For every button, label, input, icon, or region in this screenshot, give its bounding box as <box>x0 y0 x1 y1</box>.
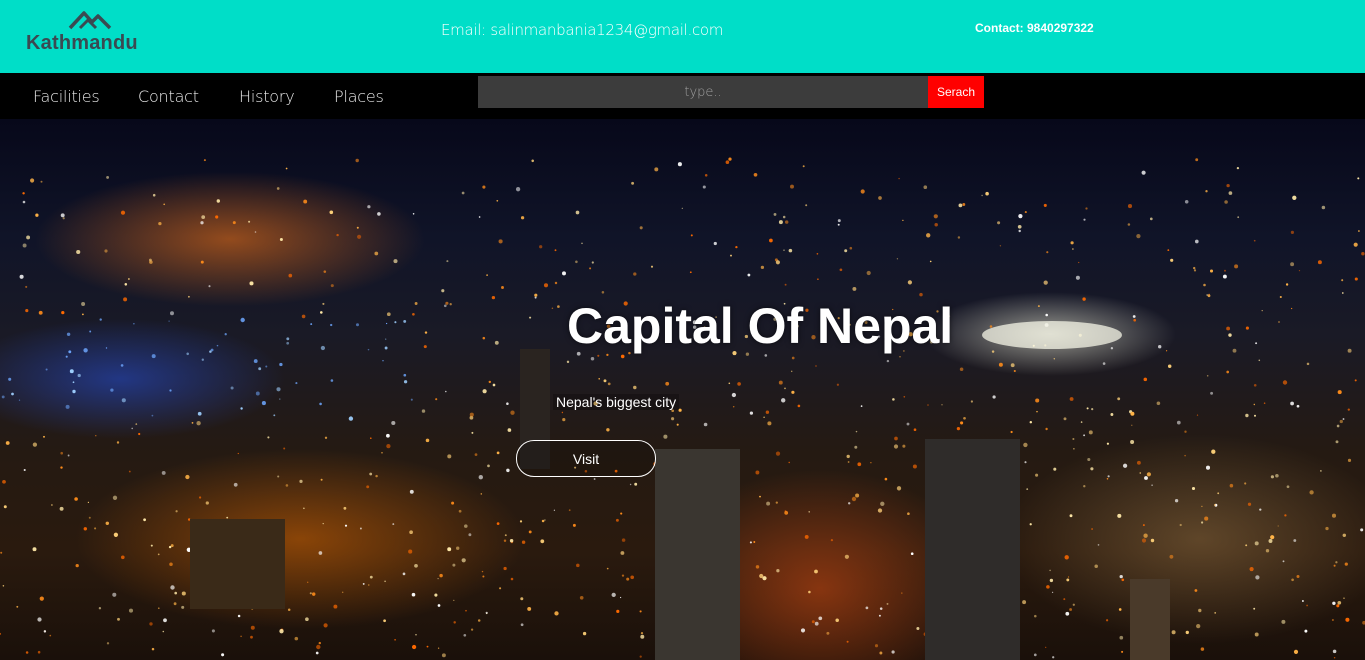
visit-button[interactable]: Visit <box>516 440 656 477</box>
logo[interactable]: Kathmandu <box>26 10 156 56</box>
search-button[interactable]: Serach <box>928 76 984 108</box>
logo-text: Kathmandu <box>26 32 138 54</box>
email-text: Email: salinmanbania1234@gmail.com <box>441 21 724 39</box>
search-input[interactable] <box>478 76 928 108</box>
nav-item-facilities[interactable]: Facilities <box>33 87 100 106</box>
hero-subtitle: Nepal's biggest city <box>553 394 680 410</box>
nav-item-history[interactable]: History <box>239 87 295 106</box>
nav-item-contact[interactable]: Contact <box>138 87 199 106</box>
night-city-image <box>0 157 1365 660</box>
contact-text: Contact: 9840297322 <box>975 21 1094 35</box>
top-header: Kathmandu Email: salinmanbania1234@gmail… <box>0 0 1365 73</box>
nav-bar: Facilities Contact History Places Serach <box>0 73 1365 119</box>
hero-banner: Capital Of Nepal Nepal's biggest city Vi… <box>0 119 1365 660</box>
hero-title: Capital Of Nepal <box>567 298 954 354</box>
mountain-logo-icon <box>68 11 112 30</box>
nav-item-places[interactable]: Places <box>334 87 384 106</box>
